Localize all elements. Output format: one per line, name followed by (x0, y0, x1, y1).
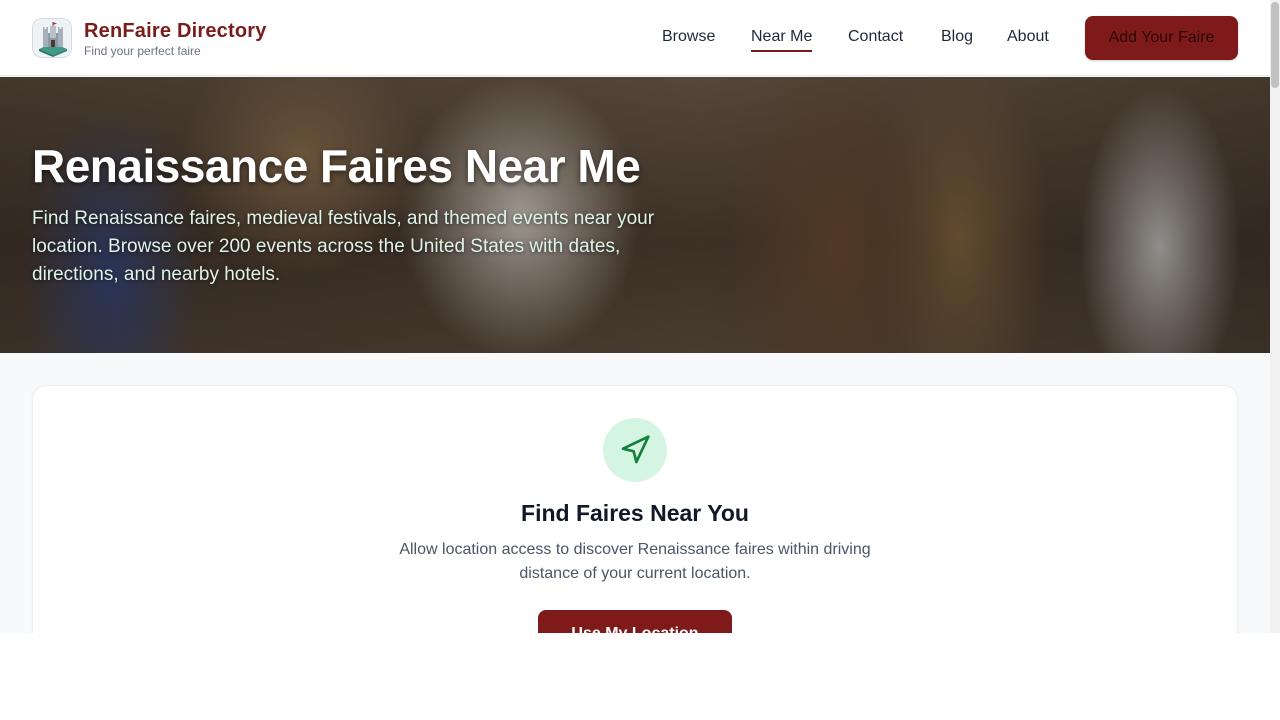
location-card: Find Faires Near You Allow location acce… (32, 385, 1238, 633)
use-my-location-button[interactable]: Use My Location (538, 610, 732, 633)
page-title: Renaissance Faires Near Me (32, 140, 641, 192)
page-scrollbar[interactable] (1270, 0, 1280, 633)
nav-browse[interactable]: Browse (662, 28, 715, 46)
page-viewport: RenFaire Directory Find your perfect fai… (0, 0, 1270, 633)
nav-near-me[interactable]: Near Me (751, 28, 813, 52)
locator-title: Find Faires Near You (521, 500, 749, 526)
castle-icon[interactable] (32, 18, 72, 58)
locator-description: Allow location access to discover Renais… (399, 541, 871, 582)
add-your-faire-button[interactable]: Add Your Faire (1085, 16, 1238, 60)
site-header: RenFaire Directory Find your perfect fai… (0, 0, 1270, 76)
brand-tagline: Find your perfect faire (84, 44, 201, 58)
hero-subtitle: Find Renaissance faires, medieval festiv… (32, 208, 655, 285)
brand-name[interactable]: RenFaire Directory (84, 20, 267, 43)
navigation-arrow-icon (603, 418, 667, 482)
nav-blog[interactable]: Blog (941, 28, 973, 46)
scrollbar-thumb[interactable] (1271, 2, 1279, 88)
nav-contact[interactable]: Contact (848, 28, 903, 46)
hero-banner: Renaissance Faires Near Me Find Renaissa… (0, 77, 1270, 353)
nav-about[interactable]: About (1007, 28, 1049, 46)
